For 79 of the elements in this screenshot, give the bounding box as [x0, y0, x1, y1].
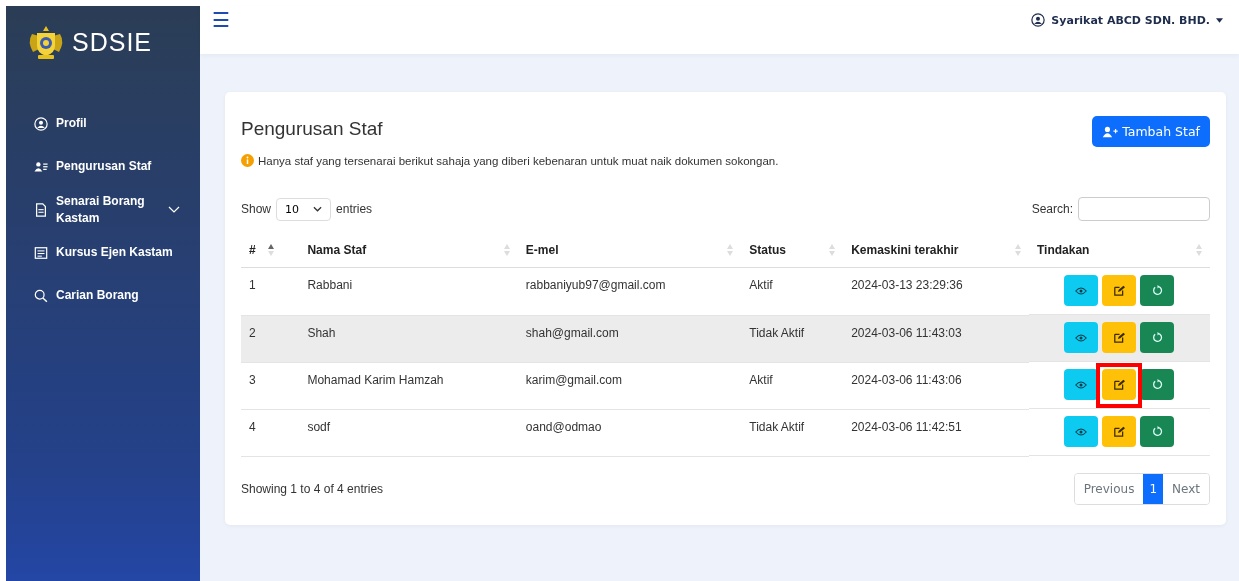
- table-cell: 2024-03-06 11:43:03: [843, 315, 1029, 362]
- table-cell: Rabbani: [299, 267, 518, 315]
- search-field[interactable]: [1078, 197, 1210, 221]
- sidebar-item[interactable]: Senarai Borang Kastam: [6, 188, 200, 231]
- eye-icon: [1075, 286, 1088, 295]
- table-cell: 2024-03-06 11:42:51: [843, 409, 1029, 456]
- edit-icon: [1114, 332, 1125, 343]
- table-cell: 4: [241, 409, 300, 456]
- circular-arrow-icon: [1152, 285, 1163, 296]
- list-icon: [34, 245, 48, 260]
- table-cell: 3: [241, 362, 300, 409]
- table-cell: sodf: [299, 409, 518, 456]
- edit-icon: [1114, 426, 1125, 437]
- edit-button[interactable]: [1102, 275, 1137, 306]
- eye-icon: [1075, 380, 1088, 389]
- table-cell: 2: [241, 315, 300, 362]
- chevron-down-icon: [313, 206, 323, 212]
- circular-arrow-icon: [1152, 332, 1163, 343]
- edit-button[interactable]: [1102, 369, 1137, 400]
- table-cell: Mohamad Karim Hamzah: [299, 362, 518, 409]
- caret-icon: [1216, 17, 1223, 23]
- notice-text: Hanya staf yang tersenarai berikut sahaja yang diberi kebenaran untuk muat naik dokumen sokongan.: [258, 154, 779, 167]
- edit-icon: [1114, 379, 1125, 390]
- add-person-icon: [1102, 125, 1119, 138]
- user-circle-icon: [1031, 13, 1046, 27]
- circular-arrow-icon: [1152, 426, 1163, 437]
- sidebar-item[interactable]: Pengurusan Staf: [6, 145, 200, 188]
- table-cell: 2024-03-06 11:43:06: [843, 362, 1029, 409]
- sidebar-item[interactable]: Carian Borang: [6, 274, 200, 317]
- view-button[interactable]: [1064, 322, 1099, 353]
- reset-button[interactable]: [1140, 369, 1175, 400]
- table-cell: Aktif: [741, 267, 844, 315]
- add-staff-button[interactable]: Tambah Staf: [1092, 116, 1210, 147]
- table-cell: shah@gmail.com: [517, 315, 742, 362]
- column-header[interactable]: E-mel: [517, 233, 742, 268]
- pagination-button[interactable]: 1: [1143, 473, 1164, 504]
- column-header[interactable]: Nama Staf: [299, 233, 518, 268]
- brand-name: SDSIE: [72, 27, 153, 57]
- show-label: Show: [241, 202, 272, 216]
- column-header[interactable]: Status: [741, 233, 844, 268]
- search-icon: [34, 288, 48, 303]
- table-cell: Tidak Aktif: [741, 409, 844, 456]
- chevron-down-icon: [168, 205, 180, 214]
- table-cell: Shah: [299, 315, 518, 362]
- reset-button[interactable]: [1140, 322, 1175, 353]
- circular-arrow-icon: [1152, 379, 1163, 390]
- table-cell: Tidak Aktif: [741, 315, 844, 362]
- edit-button[interactable]: [1102, 322, 1137, 353]
- edit-button[interactable]: [1102, 416, 1137, 447]
- table-cell: karim@gmail.com: [517, 362, 742, 409]
- menu-button[interactable]: ☰: [212, 8, 230, 32]
- view-button[interactable]: [1064, 275, 1099, 306]
- user-menu[interactable]: Syarikat ABCD SDN. BHD.: [1025, 12, 1229, 28]
- eye-icon: [1075, 333, 1088, 342]
- edit-icon: [1114, 285, 1125, 296]
- page-title: Pengurusan Staf: [241, 118, 384, 140]
- table-cell: 2024-03-13 23:29:36: [843, 267, 1029, 315]
- info-icon: [241, 154, 254, 167]
- hovered-row[interactable]: 2 Shah shah@gmail.com Tidak Aktif 2024-03-06 11:43:03: [241, 315, 1210, 362]
- entries-select[interactable]: 10: [276, 197, 332, 221]
- document-icon: [34, 202, 48, 217]
- eye-icon: [1075, 427, 1088, 436]
- column-header[interactable]: #: [241, 233, 300, 268]
- table-cell: rabbaniyub97@gmail.com: [517, 267, 742, 315]
- reset-button[interactable]: [1140, 275, 1175, 306]
- table-cell: oand@odmao: [517, 409, 742, 456]
- column-header[interactable]: Tindakan: [1029, 233, 1210, 268]
- column-header[interactable]: Kemaskini terakhir: [843, 233, 1029, 268]
- reset-button[interactable]: [1140, 416, 1175, 447]
- table-cell: Aktif: [741, 362, 844, 409]
- sidebar-item[interactable]: Profil: [6, 102, 200, 145]
- search-label: Search:: [1031, 202, 1073, 216]
- user-circle-icon: [34, 116, 48, 131]
- entries-label: entries: [336, 202, 373, 216]
- person-list-icon: [34, 159, 48, 174]
- table-cell: 1: [241, 267, 300, 315]
- view-button[interactable]: [1064, 416, 1099, 447]
- sidebar-item[interactable]: Kursus Ejen Kastam: [6, 231, 200, 274]
- table-info: Showing 1 to 4 of 4 entries: [241, 481, 384, 496]
